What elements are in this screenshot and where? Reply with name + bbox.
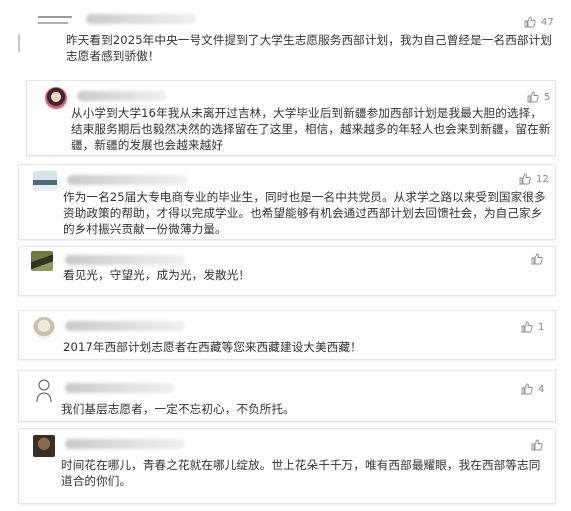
thumbs-up-icon xyxy=(521,321,533,333)
like-button[interactable]: 12 xyxy=(519,173,549,185)
username xyxy=(86,14,196,24)
quote-bar xyxy=(18,34,20,52)
like-button[interactable]: 4 xyxy=(521,383,544,395)
comment-card-6: 4 我们基层志愿者，一定不忘初心，不负所托。 xyxy=(18,370,556,422)
comment-card-5: 1 2017年西部计划志愿者在西藏等您来西藏建设大美西藏！ xyxy=(18,310,556,360)
like-count: 5 xyxy=(544,91,551,103)
thumbs-up-icon xyxy=(521,383,533,395)
username xyxy=(77,91,167,101)
comment-card-7: 时间花在哪儿，青春之花就在哪儿绽放。世上花朵千千万，唯有西部最耀眼，我在西部等志… xyxy=(18,428,556,504)
comment-text: 从小学到大学16年我从未离开过吉林，大学毕业后到新疆参加西部计划是我最大胆的选择… xyxy=(71,106,551,152)
comment-text: 作为一名25届大专电商专业的毕业生，同时也是一名中共党员。从求学之路以来受到国家… xyxy=(63,190,546,236)
comment-text: 2017年西部计划志愿者在西藏等您来西藏建设大美西藏！ xyxy=(63,340,362,354)
comment-card-3: 12 作为一名25届大专电商专业的毕业生，同时也是一名中共党员。从求学之路以来受… xyxy=(18,164,556,240)
like-button[interactable]: 47 xyxy=(524,16,554,28)
comment-text: 我们基层志愿者，一定不忘初心，不负所托。 xyxy=(61,402,295,416)
username xyxy=(65,439,185,449)
avatar[interactable] xyxy=(33,317,55,339)
avatar[interactable] xyxy=(33,435,55,457)
like-button[interactable]: 1 xyxy=(521,321,544,333)
username xyxy=(67,175,187,185)
like-button[interactable] xyxy=(531,439,548,451)
avatar[interactable] xyxy=(36,10,76,32)
thumbs-up-icon xyxy=(527,91,539,103)
comment-text: 时间花在哪儿，青春之花就在哪儿绽放。世上花朵千千万，唯有西部最耀眼，我在西部等志… xyxy=(61,458,541,488)
like-count: 4 xyxy=(538,383,545,395)
avatar[interactable] xyxy=(33,171,57,191)
comment-card-2: 5 从小学到大学16年我从未离开过吉林，大学毕业后到新疆参加西部计划是我最大胆的… xyxy=(26,80,556,156)
avatar[interactable] xyxy=(31,251,53,271)
thumbs-up-icon xyxy=(524,16,536,28)
username xyxy=(65,383,175,393)
comment-text: 昨天看到2025年中央一号文件提到了大学生志愿服务西部计划，我为自己曾经是一名西… xyxy=(66,33,552,63)
like-button[interactable] xyxy=(531,253,548,265)
username xyxy=(65,321,185,331)
thumbs-up-icon xyxy=(531,439,543,451)
avatar[interactable] xyxy=(33,377,55,403)
like-button[interactable]: 5 xyxy=(527,91,550,103)
like-count: 12 xyxy=(536,173,549,185)
comment-text: 看见光，守望光，成为光，发散光！ xyxy=(63,268,251,282)
thumbs-up-icon xyxy=(531,253,543,265)
like-count: 47 xyxy=(541,16,554,28)
username xyxy=(65,255,185,265)
like-count: 1 xyxy=(538,321,545,333)
comment-card-4: 看见光，守望光，成为光，发散光！ xyxy=(18,246,556,296)
comment-card-1: 47 昨天看到2025年中央一号文件提到了大学生志愿服务西部计划，我为自己曾经是… xyxy=(18,4,558,70)
avatar[interactable] xyxy=(45,87,67,109)
thumbs-up-icon xyxy=(519,173,531,185)
